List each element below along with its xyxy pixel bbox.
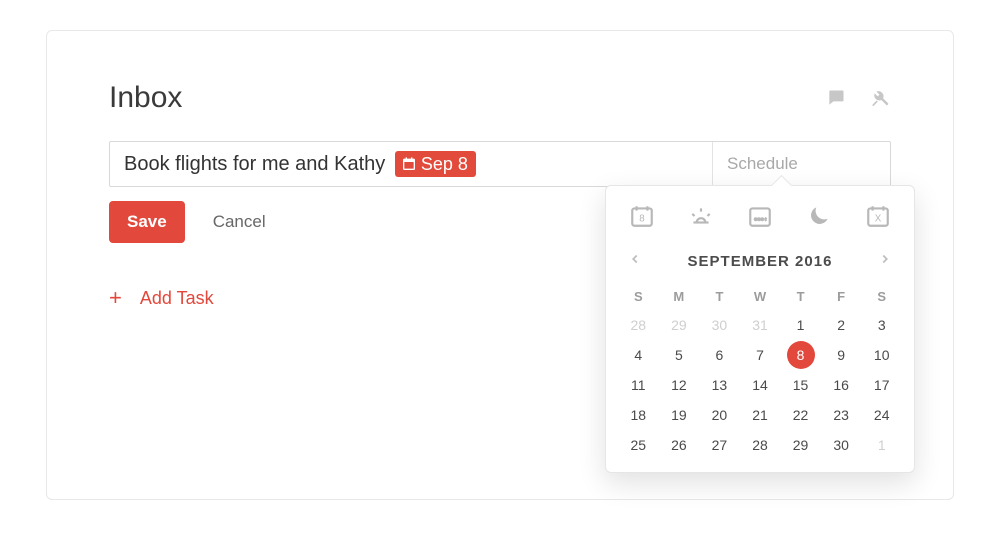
calendar-day[interactable]: 31 bbox=[740, 310, 781, 340]
calendar-day[interactable]: 12 bbox=[659, 370, 700, 400]
night-icon[interactable] bbox=[801, 200, 837, 232]
date-picker-popover: 8 X SEPTEMBER 2016 SMTWTFS 2829303112345… bbox=[605, 185, 915, 473]
dow-label: S bbox=[861, 283, 902, 310]
dow-label: F bbox=[821, 283, 862, 310]
calendar-day[interactable]: 1 bbox=[861, 430, 902, 460]
calendar-day[interactable]: 25 bbox=[618, 430, 659, 460]
calendar-grid: 2829303112345678910111213141516171819202… bbox=[606, 310, 914, 472]
calendar-day[interactable]: 30 bbox=[821, 430, 862, 460]
no-date-icon[interactable]: X bbox=[860, 200, 896, 232]
next-month-button[interactable] bbox=[874, 248, 896, 275]
header-icons bbox=[825, 88, 891, 108]
task-input[interactable]: Book flights for me and Kathy Sep 8 bbox=[110, 142, 712, 186]
save-button[interactable]: Save bbox=[109, 201, 185, 243]
calendar-week: 45678910 bbox=[606, 340, 914, 370]
calendar-day[interactable]: 9 bbox=[821, 340, 862, 370]
task-text: Book flights for me and Kathy bbox=[124, 153, 391, 176]
calendar-day[interactable]: 29 bbox=[659, 310, 700, 340]
plus-icon: + bbox=[109, 287, 122, 309]
calendar-day[interactable]: 18 bbox=[618, 400, 659, 430]
month-label: SEPTEMBER 2016 bbox=[688, 253, 833, 270]
chevron-left-icon bbox=[628, 252, 642, 266]
prev-month-button[interactable] bbox=[624, 248, 646, 275]
calendar-week: 11121314151617 bbox=[606, 370, 914, 400]
calendar-day[interactable]: 19 bbox=[659, 400, 700, 430]
calendar-day[interactable]: 23 bbox=[821, 400, 862, 430]
calendar-day[interactable]: 2 bbox=[821, 310, 862, 340]
schedule-placeholder: Schedule bbox=[727, 154, 798, 174]
calendar-day[interactable]: 13 bbox=[699, 370, 740, 400]
calendar-day[interactable]: 1 bbox=[780, 310, 821, 340]
schedule-field[interactable]: Schedule bbox=[712, 142, 890, 186]
calendar-day[interactable]: 30 bbox=[699, 310, 740, 340]
calendar-day[interactable]: 22 bbox=[780, 400, 821, 430]
calendar-day[interactable]: 29 bbox=[780, 430, 821, 460]
sunrise-icon[interactable] bbox=[683, 200, 719, 232]
calendar-day[interactable]: 14 bbox=[740, 370, 781, 400]
calendar-day[interactable]: 3 bbox=[861, 310, 902, 340]
day-of-week-header: SMTWTFS bbox=[606, 283, 914, 310]
dow-label: S bbox=[618, 283, 659, 310]
next-week-icon[interactable] bbox=[742, 200, 778, 232]
calendar-day[interactable]: 17 bbox=[861, 370, 902, 400]
task-date-chip[interactable]: Sep 8 bbox=[395, 151, 476, 177]
calendar-day[interactable]: 15 bbox=[780, 370, 821, 400]
calendar-day[interactable]: 27 bbox=[699, 430, 740, 460]
calendar-week: 18192021222324 bbox=[606, 400, 914, 430]
calendar-day[interactable]: 6 bbox=[699, 340, 740, 370]
calendar-day[interactable]: 16 bbox=[821, 370, 862, 400]
calendar-day[interactable]: 28 bbox=[740, 430, 781, 460]
calendar-day[interactable]: 20 bbox=[699, 400, 740, 430]
dow-label: M bbox=[659, 283, 700, 310]
svg-text:8: 8 bbox=[639, 213, 644, 224]
calendar-day[interactable]: 26 bbox=[659, 430, 700, 460]
month-nav-row: SEPTEMBER 2016 bbox=[606, 242, 914, 279]
cancel-button[interactable]: Cancel bbox=[213, 212, 266, 232]
calendar-week: 28293031123 bbox=[606, 310, 914, 340]
calendar-day[interactable]: 24 bbox=[861, 400, 902, 430]
calendar-week: 2526272829301 bbox=[606, 430, 914, 460]
calendar-day[interactable]: 10 bbox=[861, 340, 902, 370]
task-date-chip-label: Sep 8 bbox=[421, 155, 468, 173]
calendar-day[interactable]: 28 bbox=[618, 310, 659, 340]
calendar-day[interactable]: 5 bbox=[659, 340, 700, 370]
svg-text:X: X bbox=[875, 213, 882, 224]
page-title: Inbox bbox=[109, 81, 182, 115]
calendar-day[interactable]: 21 bbox=[740, 400, 781, 430]
comment-icon[interactable] bbox=[825, 88, 847, 108]
add-task-label: Add Task bbox=[140, 288, 214, 309]
task-input-row: Book flights for me and Kathy Sep 8 Sche… bbox=[109, 141, 891, 187]
calendar-day[interactable]: 4 bbox=[618, 340, 659, 370]
today-icon[interactable]: 8 bbox=[624, 200, 660, 232]
header-row: Inbox bbox=[109, 81, 891, 115]
calendar-icon bbox=[401, 156, 417, 172]
tools-icon[interactable] bbox=[869, 88, 891, 108]
chevron-right-icon bbox=[878, 252, 892, 266]
quick-date-row: 8 X bbox=[606, 186, 914, 242]
calendar-day[interactable]: 8 bbox=[780, 340, 821, 370]
calendar-day[interactable]: 11 bbox=[618, 370, 659, 400]
calendar-day[interactable]: 7 bbox=[740, 340, 781, 370]
dow-label: T bbox=[780, 283, 821, 310]
dow-label: W bbox=[740, 283, 781, 310]
dow-label: T bbox=[699, 283, 740, 310]
